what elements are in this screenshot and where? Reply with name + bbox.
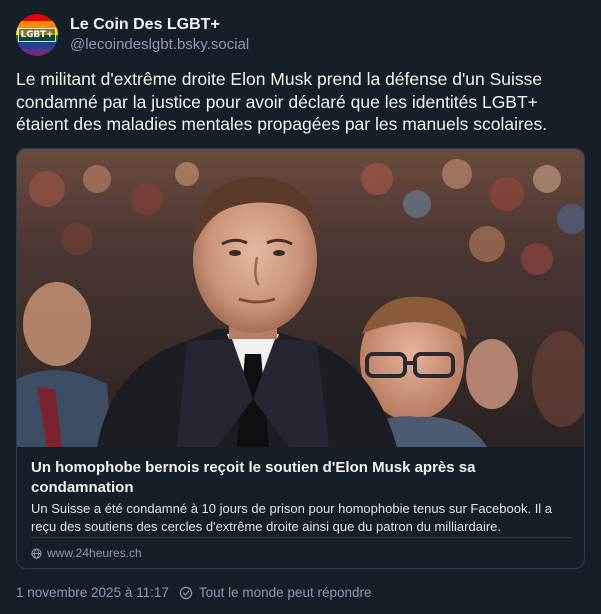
avatar[interactable]: LGBT+ <box>16 14 58 56</box>
post-header: LGBT+ Le Coin Des LGBT+ @lecoindeslgbt.b… <box>16 14 249 56</box>
card-domain-text: www.24heures.ch <box>47 546 142 560</box>
card-image <box>17 149 584 447</box>
reply-settings-icon <box>179 586 193 599</box>
post-footer: 1 novembre 2025 à 11:17 Tout le monde pe… <box>16 585 372 600</box>
link-card[interactable]: Un homophobe bernois reçoit le soutien d… <box>16 148 585 569</box>
card-domain[interactable]: www.24heures.ch <box>31 546 142 560</box>
author-handle[interactable]: @lecoindeslgbt.bsky.social <box>70 35 249 55</box>
card-title[interactable]: Un homophobe bernois reçoit le soutien d… <box>31 458 571 498</box>
author-names: Le Coin Des LGBT+ @lecoindeslgbt.bsky.so… <box>70 15 249 55</box>
post-text: Le militant d'extrême droite Elon Musk p… <box>16 69 548 134</box>
card-description: Un Suisse a été condamné à 10 jours de p… <box>31 501 553 534</box>
post-timestamp[interactable]: 1 novembre 2025 à 11:17 <box>16 585 169 600</box>
reply-setting-text[interactable]: Tout le monde peut répondre <box>199 585 372 600</box>
avatar-logo: LGBT+ <box>16 14 58 56</box>
author-display-name[interactable]: Le Coin Des LGBT+ <box>70 15 249 35</box>
card-divider <box>31 537 571 538</box>
post: LGBT+ Le Coin Des LGBT+ @lecoindeslgbt.b… <box>0 0 601 614</box>
globe-icon <box>31 547 42 559</box>
